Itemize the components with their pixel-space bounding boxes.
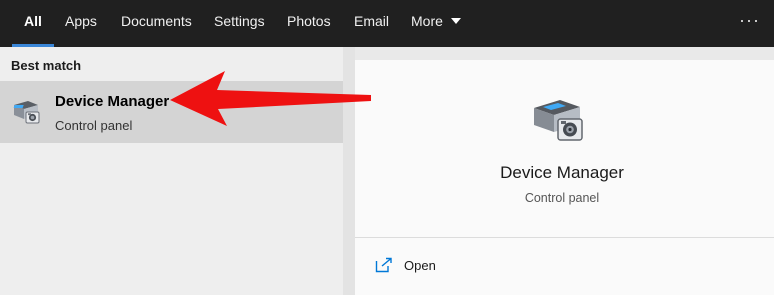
tab-settings-label: Settings (214, 13, 265, 29)
tab-email-label: Email (354, 13, 390, 29)
more-options-icon: ··· (739, 10, 760, 30)
device-manager-icon (13, 101, 40, 124)
best-match-heading: Best match (11, 58, 82, 73)
pane-divider (343, 47, 355, 295)
device-manager-icon (534, 100, 583, 141)
preview-pane: Device Manager Control panel Open (355, 60, 774, 295)
tab-photos[interactable]: Photos (287, 0, 331, 47)
open-button[interactable]: Open (375, 255, 436, 275)
best-match-result[interactable]: Device Manager Control panel (0, 81, 343, 143)
tab-more[interactable]: More (411, 0, 461, 47)
preview-title: Device Manager (500, 163, 624, 182)
tab-more-label: More (411, 13, 443, 29)
results-pane: Best match Device Manager Control panel (0, 47, 343, 295)
tab-email[interactable]: Email (354, 0, 389, 47)
search-filter-bar: All Apps Documents Settings Photos Email… (0, 0, 774, 47)
result-title: Device Manager (55, 93, 170, 110)
tab-photos-label: Photos (287, 13, 331, 29)
tab-documents[interactable]: Documents (121, 0, 192, 47)
preview-divider (355, 237, 774, 238)
open-icon (375, 257, 392, 273)
open-label: Open (404, 257, 436, 273)
tab-all[interactable]: All (12, 0, 54, 47)
preview-subtitle: Control panel (524, 191, 600, 205)
result-subtitle: Control panel (55, 118, 133, 133)
tab-all-label: All (24, 13, 42, 29)
tab-settings[interactable]: Settings (214, 0, 265, 47)
chevron-down-icon (450, 18, 461, 24)
tab-documents-label: Documents (121, 13, 192, 29)
search-window: All Apps Documents Settings Photos Email… (0, 0, 774, 295)
more-options-button[interactable]: ··· (739, 0, 760, 47)
tab-apps[interactable]: Apps (65, 0, 97, 47)
tab-apps-label: Apps (65, 13, 97, 29)
